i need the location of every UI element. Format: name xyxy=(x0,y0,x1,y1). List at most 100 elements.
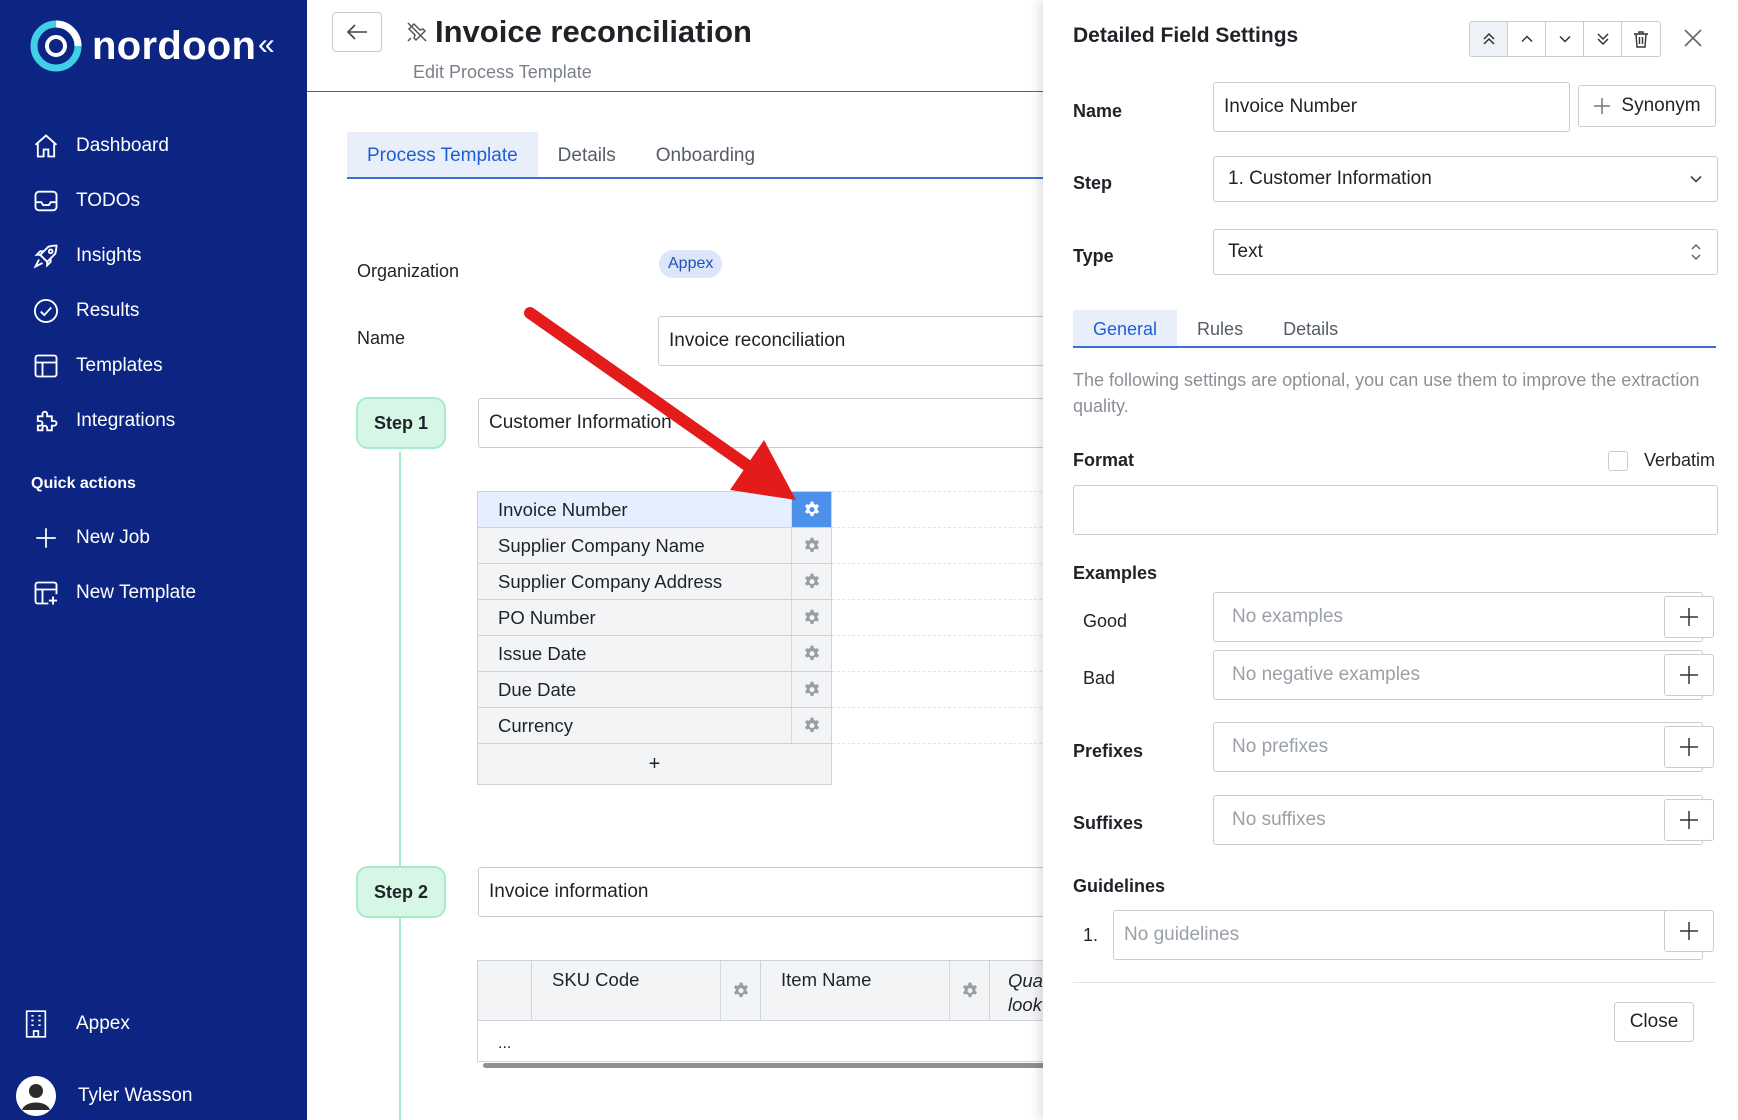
step-2-pill[interactable]: Step 2 xyxy=(356,866,446,918)
field-row-due-date[interactable]: Due Date xyxy=(478,672,831,708)
move-top-button[interactable] xyxy=(1470,22,1508,56)
field-row-po-number[interactable]: PO Number xyxy=(478,600,831,636)
field-name: Supplier Company Name xyxy=(478,528,791,563)
guidelines-input[interactable]: No guidelines xyxy=(1113,910,1703,960)
gear-icon[interactable] xyxy=(791,636,831,671)
format-input[interactable] xyxy=(1073,485,1718,535)
gear-icon[interactable] xyxy=(720,961,760,1021)
new-template-button[interactable]: New Template xyxy=(30,565,290,620)
inbox-icon xyxy=(30,185,62,217)
sidebar: nordoon « Dashboard TODOs Insights Resul xyxy=(0,0,307,1120)
panel-title: Detailed Field Settings xyxy=(1073,24,1299,47)
field-row-supplier-company-name[interactable]: Supplier Company Name xyxy=(478,528,831,564)
verbatim-checkbox[interactable] xyxy=(1608,451,1628,471)
field-row-issue-date[interactable]: Issue Date xyxy=(478,636,831,672)
field-name: Due Date xyxy=(478,672,791,707)
gear-icon[interactable] xyxy=(949,961,989,1021)
tab-rules[interactable]: Rules xyxy=(1177,310,1263,346)
add-guideline-button[interactable] xyxy=(1664,910,1714,952)
settings-tabs: General Rules Details xyxy=(1073,310,1716,348)
good-examples-placeholder: No examples xyxy=(1232,606,1343,627)
field-name-value: Invoice Number xyxy=(1224,96,1358,117)
nav-label: New Template xyxy=(76,581,197,603)
gear-icon[interactable] xyxy=(791,708,831,743)
verbatim-label: Verbatim xyxy=(1644,450,1716,470)
close-button[interactable]: Close xyxy=(1614,1002,1694,1042)
nav-item-integrations[interactable]: Integrations xyxy=(30,393,290,448)
column-item-name[interactable]: Item Name xyxy=(761,961,990,1021)
grid-line xyxy=(832,707,1047,708)
bad-examples-input[interactable]: No negative examples xyxy=(1213,650,1703,700)
suffixes-input[interactable]: No suffixes xyxy=(1213,795,1703,845)
tab-process-template[interactable]: Process Template xyxy=(347,132,538,177)
suffixes-label: Suffixes xyxy=(1073,813,1144,833)
gear-icon[interactable] xyxy=(791,672,831,707)
nav-item-insights[interactable]: Insights xyxy=(30,228,290,283)
move-up-button[interactable] xyxy=(1508,22,1546,56)
nav-label: TODOs xyxy=(76,189,141,211)
step-1-name-input[interactable]: Customer Information xyxy=(478,398,1058,448)
type-label: Type xyxy=(1073,246,1114,266)
quick-actions: New Job New Template xyxy=(30,510,290,620)
back-button[interactable] xyxy=(332,12,382,52)
template-tabs: Process Template Details Onboarding xyxy=(347,132,1047,179)
examples-label: Examples xyxy=(1073,563,1158,583)
arrow-left-icon xyxy=(346,23,368,41)
nav-item-templates[interactable]: Templates xyxy=(30,338,290,393)
close-panel-icon[interactable] xyxy=(1683,28,1703,48)
field-row-currency[interactable]: Currency xyxy=(478,708,831,744)
main-content: Invoice reconciliation Edit Process Temp… xyxy=(307,0,1058,1120)
type-select-value: Text xyxy=(1228,241,1263,262)
horizontal-scrollbar[interactable] xyxy=(483,1063,1053,1068)
field-row-invoice-number[interactable]: Invoice Number xyxy=(478,492,831,528)
tab-details[interactable]: Details xyxy=(538,132,636,177)
chevron-updown-icon xyxy=(1689,242,1703,262)
tab-general[interactable]: General xyxy=(1073,310,1178,346)
tab-onboarding[interactable]: Onboarding xyxy=(636,132,775,177)
template-name-input[interactable]: Invoice reconciliation xyxy=(658,316,1058,366)
step-2-name-input[interactable]: Invoice information xyxy=(478,867,1058,917)
field-row-supplier-company-address[interactable]: Supplier Company Address xyxy=(478,564,831,600)
plus-icon xyxy=(1679,737,1699,757)
gear-icon[interactable] xyxy=(791,528,831,563)
add-suffix-button[interactable] xyxy=(1664,799,1714,841)
header-divider xyxy=(307,91,1047,92)
good-examples-input[interactable]: No examples xyxy=(1213,592,1703,642)
name-label: Name xyxy=(1073,101,1123,121)
organization-switcher[interactable]: Appex xyxy=(24,1010,130,1038)
user-menu[interactable]: Tyler Wasson xyxy=(16,1076,192,1116)
collapse-sidebar-icon[interactable]: « xyxy=(258,30,275,60)
delete-field-button[interactable] xyxy=(1622,22,1660,56)
nav-item-results[interactable]: Results xyxy=(30,283,290,338)
type-select[interactable]: Text xyxy=(1213,229,1718,275)
field-name-input[interactable]: Invoice Number xyxy=(1213,82,1570,132)
add-good-example-button[interactable] xyxy=(1664,596,1714,638)
gear-icon[interactable] xyxy=(791,600,831,635)
nav-label: Insights xyxy=(76,244,142,266)
step-select[interactable]: 1. Customer Information xyxy=(1213,156,1718,202)
nav-label: New Job xyxy=(76,526,150,548)
new-job-button[interactable]: New Job xyxy=(30,510,290,565)
field-settings-panel: Detailed Field Settings Name Invoice Num… xyxy=(1043,0,1738,1120)
nav-item-todos[interactable]: TODOs xyxy=(30,173,290,228)
layout-plus-icon xyxy=(30,577,62,609)
move-bottom-button[interactable] xyxy=(1584,22,1622,56)
grid-line xyxy=(832,671,1047,672)
prefixes-input[interactable]: No prefixes xyxy=(1213,722,1703,772)
unpin-icon[interactable] xyxy=(405,20,429,44)
move-down-button[interactable] xyxy=(1546,22,1584,56)
add-prefix-button[interactable] xyxy=(1664,726,1714,768)
step-1-pill[interactable]: Step 1 xyxy=(356,397,446,449)
add-bad-example-button[interactable] xyxy=(1664,654,1714,696)
column-sku-code[interactable]: SKU Code xyxy=(532,961,761,1021)
good-label: Good xyxy=(1083,611,1128,631)
add-synonym-button[interactable]: Synonym xyxy=(1578,85,1716,127)
gear-icon[interactable] xyxy=(791,564,831,599)
tab-details[interactable]: Details xyxy=(1263,310,1358,346)
brand-logo[interactable]: nordoon xyxy=(30,20,256,72)
nav-item-dashboard[interactable]: Dashboard xyxy=(30,118,290,173)
puzzle-icon xyxy=(30,405,62,437)
add-field-button[interactable]: + xyxy=(478,744,831,784)
gear-icon[interactable] xyxy=(791,492,831,527)
suffixes-placeholder: No suffixes xyxy=(1232,809,1326,830)
